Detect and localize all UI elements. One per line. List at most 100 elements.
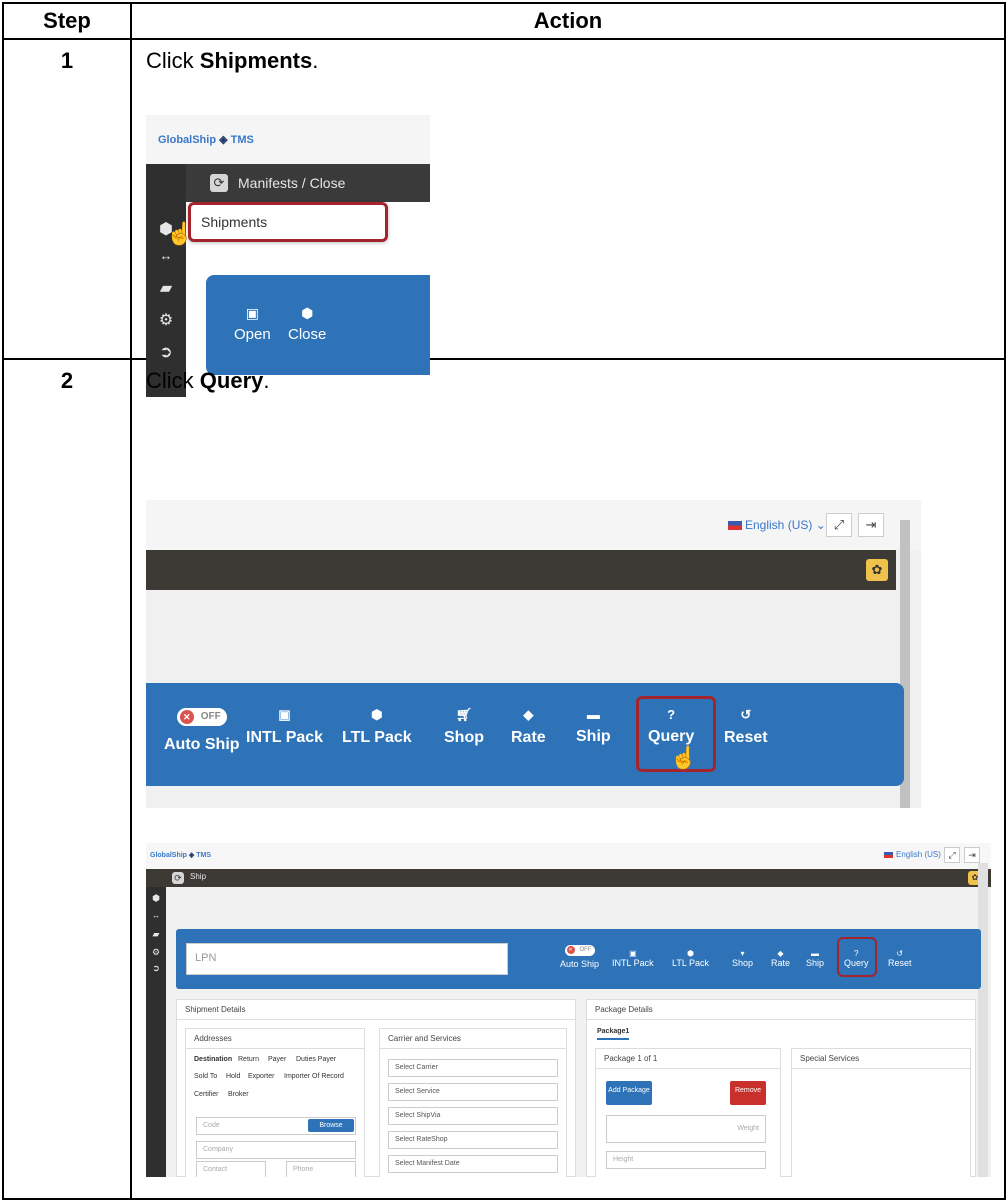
breadcrumb-bar: ✿ — [146, 550, 896, 590]
tab-destination[interactable]: Destination — [194, 1056, 232, 1063]
tag-icon: ◆ — [523, 707, 534, 722]
carrier-services-panel: Carrier and Services Select Carrier Sele… — [379, 1028, 567, 1177]
step-1-action: Click Shipments. GlobalShip ◈ TMS ⬢ ↔ ▰ … — [130, 38, 1006, 397]
language-selector[interactable]: English (US) ⌄ — [728, 518, 826, 532]
lpn-input[interactable]: LPN — [186, 943, 508, 975]
arrows-icon[interactable]: ↔ — [154, 248, 178, 263]
breadcrumb: Ship — [190, 872, 207, 881]
carrier-select[interactable]: Select Carrier — [388, 1059, 558, 1077]
open-button[interactable]: ▣ Open — [234, 305, 271, 343]
money-icon: ▣ — [245, 305, 259, 321]
shipvia-select[interactable]: Select ShipVia — [388, 1107, 558, 1125]
intl-pack-button[interactable]: ▣ INTL Pack — [612, 949, 654, 968]
reset-button[interactable]: ↺ Reset — [888, 949, 912, 968]
manifest-date-select[interactable]: Select Manifest Date — [388, 1155, 558, 1173]
arrow-circle-icon[interactable]: ➲ — [146, 963, 168, 974]
breadcrumb-bar: ⟳ Ship ✿ — [146, 869, 991, 887]
special-services-title: Special Services — [792, 1049, 970, 1069]
language-selector[interactable]: English (US) ⌄ — [884, 850, 950, 859]
us-flag-icon — [884, 851, 893, 858]
remove-button[interactable]: Remove — [730, 1081, 766, 1105]
header-step: Step — [2, 2, 132, 40]
contact-field[interactable]: Contact — [196, 1161, 266, 1177]
box-icon[interactable]: ⬢ — [146, 893, 168, 904]
auto-ship-button[interactable]: ✕ OFF Auto Ship — [560, 943, 599, 969]
arrows-icon[interactable]: ↔ — [146, 911, 168, 920]
shop-button[interactable]: ▾ Shop — [732, 949, 753, 968]
tab-package1[interactable]: Package1 — [597, 1028, 630, 1040]
tab-hold[interactable]: Hold — [226, 1073, 240, 1080]
cart-icon: 🛒︎ — [455, 707, 473, 722]
book-icon[interactable]: ▰ — [154, 278, 178, 298]
step-2-screenshot-full: GlobalShip ◈ TMS English (US) ⌄ ⤢ ⇥ ⟳ Sh… — [146, 843, 991, 1177]
auto-ship-toggle[interactable]: ✕ OFF — [564, 945, 595, 956]
shipments-menu-item[interactable]: Shipments — [188, 202, 388, 242]
book-icon[interactable]: ▰ — [146, 929, 168, 940]
intl-pack-button[interactable]: ▣ INTL Pack — [246, 707, 323, 747]
ltl-pack-button[interactable]: ⬢ LTL Pack — [672, 949, 709, 968]
truck-icon: ▬ — [811, 949, 819, 958]
query-highlight — [837, 937, 877, 977]
tab-return[interactable]: Return — [238, 1056, 259, 1063]
ship-toolbar: ✕ OFF Auto Ship ▣ INTL Pack ⬢ LTL Pack 🛒︎… — [146, 683, 904, 786]
logout-icon[interactable]: ⇥ — [964, 847, 980, 863]
hand-cursor-icon: ☝ — [166, 221, 194, 246]
auto-ship-button[interactable]: ✕ OFF Auto Ship — [164, 699, 240, 754]
reset-button[interactable]: ↺ Reset — [724, 707, 768, 747]
special-services-panel: Special Services — [791, 1048, 971, 1177]
tab-duties-payer[interactable]: Duties Payer — [296, 1056, 336, 1063]
shipment-details-panel: Shipment Details Addresses Destination R… — [176, 999, 576, 1177]
step-2-instruction: Click Query. — [146, 368, 270, 393]
money-icon: ▣ — [629, 949, 637, 958]
fullscreen-icon[interactable]: ⤢ — [944, 847, 960, 863]
app-header: GlobalShip ◈ TMS — [146, 115, 430, 164]
us-flag-icon — [728, 521, 742, 531]
scrollbar[interactable] — [978, 863, 988, 1177]
logout-icon[interactable]: ⇥ — [858, 513, 884, 537]
ltl-pack-button[interactable]: ⬢ LTL Pack — [342, 707, 412, 747]
phone-field[interactable]: Phone — [286, 1161, 356, 1177]
rateshop-select[interactable]: Select RateShop — [388, 1131, 558, 1149]
addresses-title: Addresses — [186, 1029, 364, 1049]
tab-broker[interactable]: Broker — [228, 1091, 249, 1098]
weight-field[interactable]: Weight — [606, 1115, 766, 1143]
ship-button[interactable]: ▬ Ship — [576, 707, 611, 746]
height-field[interactable]: Height — [606, 1151, 766, 1169]
ship-button[interactable]: ▬ Ship — [806, 949, 824, 968]
refresh-icon[interactable]: ⟳ — [172, 872, 184, 884]
shipment-details-title: Shipment Details — [177, 1000, 575, 1020]
truck-icon: ▬ — [586, 707, 600, 722]
lpn-toolbar: LPN ✕ OFF Auto Ship ▣ INTL Pack ⬢ LTL Pack … — [176, 929, 981, 989]
tab-exporter[interactable]: Exporter — [248, 1073, 274, 1080]
app-header: English (US) ⌄ ⤢ ⇥ — [146, 500, 921, 550]
tab-importer[interactable]: Importer Of Record — [284, 1073, 344, 1080]
app-logo: GlobalShip ◈ TMS — [158, 134, 254, 146]
tab-sold-to[interactable]: Sold To — [194, 1073, 217, 1080]
fullscreen-icon[interactable]: ⤢ — [826, 513, 852, 537]
x-icon: ✕ — [179, 710, 194, 724]
package-panel: Package 1 of 1 Add Package Remove Weight… — [595, 1048, 781, 1177]
header-action: Action — [130, 2, 1006, 40]
add-package-button[interactable]: Add Package — [606, 1081, 652, 1105]
step-2-action: Click Query. English (US) ⌄ ⤢ ⇥ ✿ ✕ OFF A… — [130, 358, 1006, 1200]
rate-button[interactable]: ◆ Rate — [771, 949, 790, 968]
gear-icon[interactable]: ✿ — [866, 559, 888, 581]
sidebar: ⬢ ↔ ▰ ⚙ ➲ — [146, 887, 166, 1177]
step-1-number: 1 — [2, 38, 132, 360]
breadcrumb: Manifests / Close — [238, 175, 346, 191]
gears-icon[interactable]: ⚙ — [146, 947, 168, 958]
auto-ship-toggle[interactable]: ✕ OFF — [176, 708, 227, 726]
close-button[interactable]: ⬢ Close — [288, 305, 326, 343]
shop-button[interactable]: 🛒︎ Shop — [444, 707, 484, 747]
refresh-icon[interactable]: ⟳ — [210, 174, 228, 192]
rate-button[interactable]: ◆ Rate — [511, 707, 546, 747]
tab-certifier[interactable]: Certifier — [194, 1091, 219, 1098]
tab-payer[interactable]: Payer — [268, 1056, 286, 1063]
app-logo: GlobalShip ◈ TMS — [150, 852, 212, 859]
gears-icon[interactable]: ⚙ — [154, 310, 178, 330]
browse-button[interactable]: Browse — [308, 1119, 354, 1132]
package-details-panel: Package Details Package1 Package 1 of 1 … — [586, 999, 976, 1177]
service-select[interactable]: Select Service — [388, 1083, 558, 1101]
company-field[interactable]: Company — [196, 1141, 356, 1159]
cube-icon: ⬢ — [371, 707, 383, 722]
